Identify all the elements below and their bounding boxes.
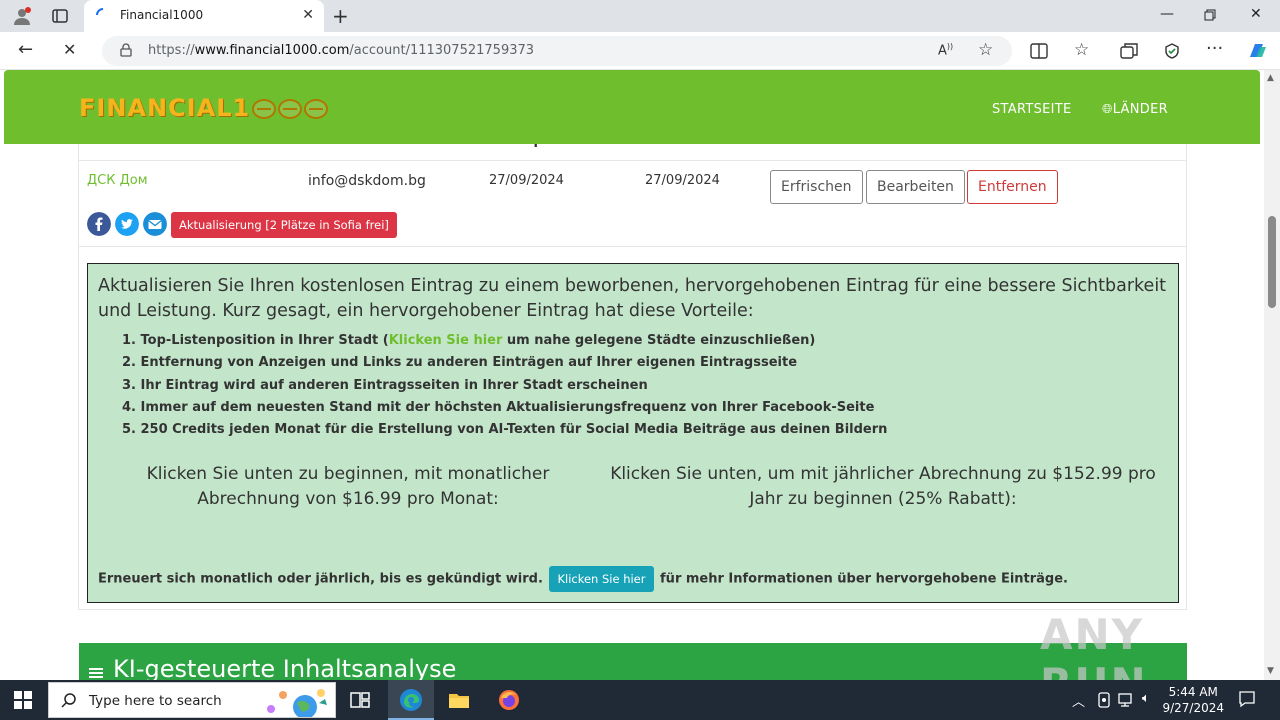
list-icon: [89, 668, 103, 678]
tab-close-icon[interactable]: ✕: [302, 7, 314, 23]
show-hidden-icons[interactable]: ︿: [1072, 691, 1085, 710]
lock-icon[interactable]: [120, 43, 132, 57]
minimize-icon[interactable]: —: [1160, 6, 1174, 22]
split-screen-icon[interactable]: [1030, 43, 1048, 59]
list-item: 2. Entfernung von Anzeigen und Links zu …: [122, 355, 798, 371]
favorite-star-icon[interactable]: ☆: [978, 40, 993, 60]
more-info-button[interactable]: Klicken Sie hier: [549, 566, 654, 592]
browser-titlebar: Financial1000 ✕ + — ✕: [0, 0, 1280, 32]
windows-start-icon[interactable]: [14, 691, 32, 709]
promo-benefits-list: 1. Top-Listenposition in Ihrer Stadt (Kl…: [122, 330, 887, 441]
windows-taskbar: Type here to search ︿ 🔈︎ 5:44 AM 9/27/20…: [0, 680, 1280, 720]
tab-title: Financial1000: [120, 8, 204, 22]
promo-footer: Erneuert sich monatlich oder jährlich, b…: [98, 566, 1068, 592]
listing-card: Name Email Beansprucht Verifiziert Aktio…: [78, 130, 1187, 610]
url-field[interactable]: https://www.financial1000.com/account/11…: [102, 36, 1012, 66]
tab-actions-icon[interactable]: [52, 8, 68, 24]
list-item: 3. Ihr Eintrag wird auf anderen Eintrags…: [122, 377, 648, 393]
more-options-icon[interactable]: ···: [1206, 38, 1223, 59]
promo-intro-text: Aktualisieren Sie Ihren kostenlosen Eint…: [98, 276, 1167, 321]
listing-email: info@dskdom.bg: [308, 173, 426, 189]
list-item: 5. 250 Credits jeden Monat für die Erste…: [122, 422, 888, 438]
remove-button[interactable]: Entfernen: [967, 170, 1058, 204]
stop-loading-icon[interactable]: ✕: [63, 40, 76, 59]
email-share-icon[interactable]: [143, 212, 167, 236]
firefox-icon[interactable]: [497, 688, 521, 712]
task-view-icon[interactable]: [348, 688, 372, 712]
globe-icon: 🌐︎: [1102, 102, 1113, 117]
listing-name-link[interactable]: ДСК Дом: [87, 173, 148, 188]
ai-section-title: KI-gesteuerte Inhaltsanalyse: [113, 655, 457, 680]
search-placeholder: Type here to search: [89, 693, 222, 709]
loading-favicon-icon: [96, 8, 104, 16]
site-logo[interactable]: FINANCIAL1: [79, 94, 330, 122]
page-scrollbar[interactable]: ▲ ▼: [1264, 70, 1280, 680]
scroll-down-icon[interactable]: ▼: [1267, 666, 1274, 676]
nav-countries-link[interactable]: 🌐︎LÄNDER: [1102, 102, 1168, 117]
browser-essentials-icon[interactable]: [1163, 42, 1181, 60]
list-item: 1. Top-Listenposition in Ihrer Stadt (Kl…: [122, 333, 816, 348]
new-tab-icon[interactable]: +: [332, 4, 349, 28]
row-divider: [79, 246, 1186, 247]
yearly-price-text: Klicken Sie unten, um mit jährlicher Abr…: [610, 464, 1156, 509]
taskbar-search-box[interactable]: Type here to search: [48, 682, 336, 718]
back-icon[interactable]: ←: [18, 39, 33, 60]
scroll-thumb[interactable]: [1268, 216, 1276, 308]
listing-claimed-date: 27/09/2024: [489, 173, 564, 188]
volume-icon[interactable]: 🔈︎: [1142, 691, 1150, 706]
search-highlight-icon: [267, 689, 327, 717]
logo-coins-icon: [252, 99, 329, 119]
system-clock[interactable]: 5:44 AM 9/27/2024: [1162, 684, 1224, 716]
network-icon[interactable]: [1118, 692, 1136, 708]
browser-tab[interactable]: Financial1000 ✕: [84, 0, 324, 32]
address-bar-row: ← ✕ https://www.financial1000.com/accoun…: [0, 32, 1280, 70]
copilot-icon[interactable]: [1246, 41, 1268, 61]
notifications-icon[interactable]: [1238, 690, 1256, 708]
listing-verified-date: 27/09/2024: [645, 173, 720, 188]
edit-button[interactable]: Bearbeiten: [866, 170, 965, 204]
profile-icon[interactable]: [12, 6, 32, 26]
edge-icon: [400, 689, 422, 711]
facebook-icon[interactable]: [87, 212, 111, 236]
device-icon[interactable]: [1097, 692, 1111, 708]
file-explorer-icon[interactable]: [447, 688, 471, 712]
nearby-cities-link[interactable]: Klicken Sie hier: [389, 333, 503, 348]
restore-icon[interactable]: [1204, 9, 1216, 21]
upgrade-button[interactable]: Aktualisierung [2 Plätze in Sofia frei]: [171, 212, 397, 238]
page-viewport: FINANCIAL1 STARTSEITE 🌐︎LÄNDER Name Emai…: [0, 70, 1264, 680]
anyrun-watermark: ANY RUN: [1040, 610, 1146, 680]
scroll-up-icon[interactable]: ▲: [1267, 73, 1274, 83]
edge-taskbar-button[interactable]: [388, 680, 434, 720]
ai-analysis-section-header: KI-gesteuerte Inhaltsanalyse: [79, 643, 1187, 680]
list-item: 4. Immer auf dem neuesten Stand mit der …: [122, 399, 875, 415]
twitter-icon[interactable]: [115, 212, 139, 236]
search-icon: [61, 693, 76, 708]
nav-home-link[interactable]: STARTSEITE: [992, 102, 1072, 117]
monthly-price-text: Klicken Sie unten zu beginnen, mit monat…: [146, 464, 550, 509]
refresh-button[interactable]: Erfrischen: [770, 170, 863, 204]
close-window-icon[interactable]: ✕: [1250, 6, 1262, 22]
url-text: https://www.financial1000.com/account/11…: [148, 43, 535, 58]
featured-promo-box: Aktualisieren Sie Ihren kostenlosen Eint…: [87, 263, 1179, 603]
read-aloud-icon[interactable]: A)): [938, 42, 953, 58]
collections-icon[interactable]: [1120, 43, 1138, 59]
favorites-icon[interactable]: ☆: [1074, 40, 1089, 60]
site-navbar: FINANCIAL1 STARTSEITE 🌐︎LÄNDER: [4, 70, 1260, 144]
